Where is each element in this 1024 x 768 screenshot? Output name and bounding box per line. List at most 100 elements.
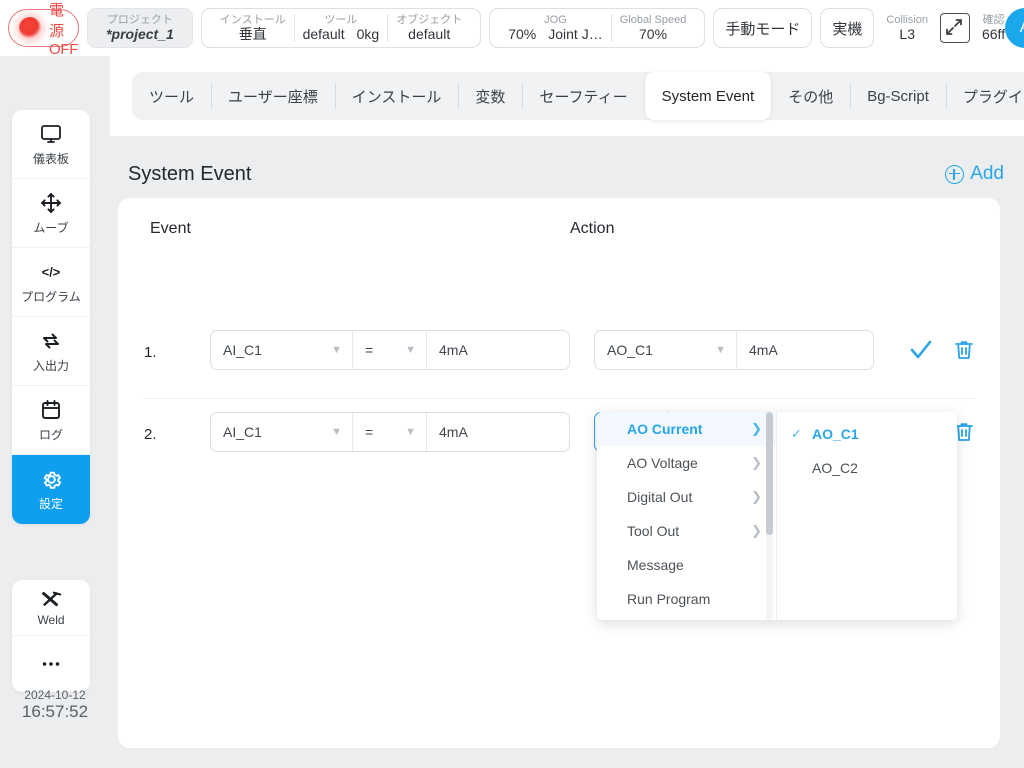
speed-chip[interactable]: JOG 70% Joint J… Global Speed 70% — [489, 8, 706, 48]
row2-event-operator-value: = — [365, 424, 374, 440]
sidebar-item-weld[interactable]: Weld — [12, 580, 90, 636]
sidebar-item-settings[interactable]: 設定 — [12, 455, 90, 524]
add-button-label: Add — [970, 163, 1004, 184]
row2-event-group: AI_C1 ▼ = ▼ 4mA — [210, 412, 570, 452]
tab-safety[interactable]: セーフティー — [522, 72, 644, 120]
row1-action-group: AO_C1 ▼ 4mA — [594, 330, 874, 370]
row1-actions — [908, 338, 976, 367]
tab-install[interactable]: インストール — [334, 72, 459, 120]
power-off-button[interactable]: 電源OFF — [8, 2, 80, 58]
sidebar-item-log[interactable]: ログ — [12, 386, 90, 455]
sidebar-item-dashboard[interactable]: 儀表板 — [12, 110, 90, 179]
dropdown-item-label: Tool Out — [627, 523, 680, 539]
sidebar-nav-card: 儀表板 ムーブ </> プログラム 入出力 ログ 設定 — [12, 110, 90, 524]
code-icon: </> — [39, 260, 63, 284]
sidebar-item-io[interactable]: 入出力 — [12, 317, 90, 386]
row-index: 2. — [144, 426, 157, 443]
dropdown-item-message[interactable]: Message — [597, 548, 776, 582]
action-type-dropdown[interactable]: AO Current ❯ AO Voltage ❯ Digital Out ❯ … — [597, 412, 957, 620]
plus-circle-icon — [945, 164, 965, 184]
tool-value: default — [302, 26, 345, 43]
expand-icon[interactable] — [939, 13, 970, 43]
chevron-down-icon: ▼ — [715, 343, 726, 356]
add-event-button[interactable]: Add — [945, 163, 1004, 185]
tab-variables[interactable]: 変数 — [458, 72, 522, 120]
dropdown-scrollbar-thumb[interactable] — [766, 412, 773, 535]
row2-event-operator-select[interactable]: = ▼ — [353, 413, 427, 451]
dropdown-item-label: Digital Out — [627, 489, 693, 505]
tab-tool[interactable]: ツール — [132, 72, 211, 120]
sidebar-item-more[interactable] — [12, 636, 90, 692]
jog-mode: Joint J… — [548, 26, 603, 43]
chevron-right-icon: ❯ — [751, 523, 762, 538]
row1-event-value-input[interactable]: 4mA — [427, 331, 569, 369]
move-icon — [39, 191, 63, 215]
tab-bg-script[interactable]: Bg-Script — [850, 72, 946, 120]
monitor-icon — [39, 122, 63, 146]
chevron-down-icon: ▼ — [331, 425, 342, 438]
row1-event-source-select[interactable]: AI_C1 ▼ — [211, 331, 353, 369]
chevron-right-icon: ❯ — [751, 455, 762, 470]
sidebar-tools-card: Weld — [12, 580, 90, 692]
install-value: 垂直 — [238, 26, 267, 43]
dropdown-item-label: AO Current — [627, 421, 703, 437]
sidebar-item-label: プログラム — [21, 289, 81, 304]
tab-plugins[interactable]: プラグイン — [945, 72, 1024, 120]
sidebar: 儀表板 ムーブ </> プログラム 入出力 ログ 設定 Weld 2024-10… — [0, 56, 110, 768]
sidebar-item-label: Weld — [37, 613, 65, 627]
collision-value: L3 — [899, 26, 915, 43]
global-speed-value: 70% — [639, 26, 668, 43]
dropdown-option-ao-c1[interactable]: ✓ AO_C1 — [777, 417, 957, 451]
confirm-caption: 確認 — [982, 13, 1005, 26]
row2-event-value-input[interactable]: 4mA — [427, 413, 569, 451]
page-title: System Event — [128, 162, 252, 185]
app-root: 電源OFF プロジェクト *project_1 インストール 垂直 ツール de… — [0, 0, 1024, 768]
power-off-label: 電源OFF — [49, 1, 79, 58]
row1-event-group: AI_C1 ▼ = ▼ 4mA — [210, 330, 570, 370]
sidebar-item-label: 儀表板 — [32, 151, 69, 166]
dropdown-item-ao-current[interactable]: AO Current ❯ — [597, 412, 776, 446]
mode-button[interactable]: 手動モード — [713, 8, 813, 48]
machine-button[interactable]: 実機 — [820, 8, 875, 48]
collision-indicator: Collision L3 — [882, 14, 932, 43]
dropdown-item-digital-out[interactable]: Digital Out ❯ — [597, 480, 776, 514]
sidebar-item-program[interactable]: </> プログラム — [12, 248, 90, 317]
dropdown-item-tool-out[interactable]: Tool Out ❯ — [597, 514, 776, 548]
dropdown-option-ao-c2[interactable]: ✓ AO_C2 — [777, 451, 957, 485]
weld-icon — [39, 588, 63, 612]
row2-event-source-select[interactable]: AI_C1 ▼ — [211, 413, 353, 451]
clock-time: 16:57:52 — [21, 702, 89, 721]
row1-action-target-select[interactable]: AO_C1 ▼ — [595, 331, 737, 369]
row1-action-target-value: AO_C1 — [607, 342, 653, 358]
delete-trash-icon[interactable] — [952, 338, 976, 367]
row1-action-value-input[interactable]: 4mA — [737, 331, 873, 369]
tab-system-event[interactable]: System Event — [644, 72, 772, 120]
clock-date: 2024-10-12 — [24, 688, 86, 702]
row2-event-source-value: AI_C1 — [223, 424, 262, 440]
ellipsis-icon — [39, 652, 63, 676]
tab-user-coordinates[interactable]: ユーザー座標 — [211, 72, 335, 120]
chevron-right-icon: ❯ — [751, 421, 762, 436]
object-group: オブジェクト default — [387, 13, 470, 43]
tool-payload: 0kg — [356, 26, 380, 43]
install-tool-object-chip[interactable]: インストール 垂直 ツール default 0kg オブジェクト default — [200, 8, 482, 48]
dropdown-item-ao-voltage[interactable]: AO Voltage ❯ — [597, 446, 776, 480]
dropdown-item-run-program[interactable]: Run Program — [597, 582, 776, 616]
column-header-event: Event — [150, 220, 191, 237]
sidebar-item-move[interactable]: ムーブ — [12, 179, 90, 248]
sidebar-clock: 2024-10-12 16:57:52 — [0, 688, 110, 722]
svg-text:</>: </> — [42, 264, 61, 279]
sidebar-item-label: 設定 — [38, 497, 63, 511]
dropdown-item-label: Run Program — [627, 591, 711, 607]
dropdown-category-list: AO Current ❯ AO Voltage ❯ Digital Out ❯ … — [597, 412, 777, 620]
row1-event-operator-select[interactable]: = ▼ — [353, 331, 427, 369]
global-speed-group: Global Speed 70% — [610, 13, 695, 43]
calendar-icon — [39, 398, 63, 422]
jog-speed: 70% — [508, 26, 537, 43]
project-value: *project_1 — [106, 26, 174, 43]
confirm-check-icon[interactable] — [908, 339, 934, 366]
project-chip[interactable]: プロジェクト *project_1 — [87, 8, 193, 48]
io-icon — [39, 329, 63, 353]
tab-others[interactable]: その他 — [771, 72, 850, 120]
dropdown-option-label: AO_C1 — [812, 426, 859, 442]
